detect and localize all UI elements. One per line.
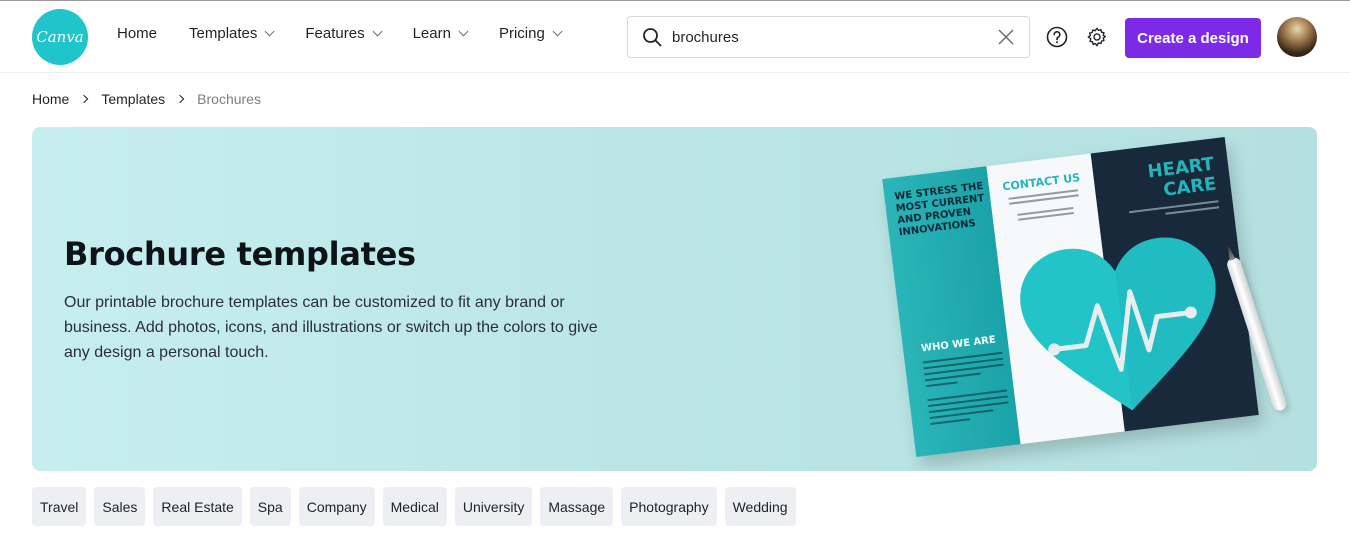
chevron-down-icon — [264, 26, 275, 37]
tag-company[interactable]: Company — [298, 487, 375, 526]
page-title: Brochure templates — [64, 235, 416, 273]
nav-features[interactable]: Features — [305, 25, 383, 42]
nav-pricing[interactable]: Pricing — [498, 25, 563, 42]
tag-travel[interactable]: Travel — [32, 487, 87, 526]
tag-wedding[interactable]: Wedding — [724, 487, 796, 526]
heart-icon — [1020, 237, 1216, 411]
tag-photography[interactable]: Photography — [621, 487, 717, 526]
nav-home[interactable]: Home — [117, 25, 157, 42]
chevron-down-icon — [458, 26, 469, 37]
top-nav-bar: Canva Home Templates Features Learn Pric… — [0, 1, 1350, 73]
breadcrumb-templates[interactable]: Templates — [101, 91, 165, 107]
brochure-heading-left: WE STRESS THE MOST CURRENT AND PROVEN IN… — [893, 180, 985, 239]
breadcrumb: Home Templates Brochures — [32, 91, 261, 107]
tag-sales[interactable]: Sales — [94, 487, 146, 526]
chevron-down-icon — [552, 26, 563, 37]
chevron-right-icon — [80, 94, 89, 104]
nav-templates-label: Templates — [189, 25, 258, 42]
search-input[interactable] — [672, 25, 972, 49]
logo-text: Canva — [36, 28, 84, 46]
tag-real-estate[interactable]: Real Estate — [153, 487, 242, 526]
breadcrumb-current: Brochures — [197, 91, 261, 107]
tag-medical[interactable]: Medical — [382, 487, 447, 526]
nav-features-label: Features — [305, 25, 365, 42]
search-icon — [643, 28, 662, 47]
tag-spa[interactable]: Spa — [249, 487, 291, 526]
nav-learn-label: Learn — [412, 25, 451, 42]
breadcrumb-home[interactable]: Home — [32, 91, 69, 107]
brochure-illustration: WE STRESS THE MOST CURRENT AND PROVEN IN… — [882, 137, 1259, 457]
search-bar — [627, 16, 1030, 58]
nav-pricing-label: Pricing — [498, 25, 545, 42]
category-tags: Travel Sales Real Estate Spa Company Med… — [32, 487, 796, 526]
nav-templates[interactable]: Templates — [189, 25, 275, 42]
brochure-contact-text — [1008, 189, 1081, 224]
create-design-button[interactable]: Create a design — [1125, 18, 1261, 58]
brochure-subheading: WHO WE ARE — [920, 334, 997, 355]
brochure-contact-heading: CONTACT US — [1001, 170, 1081, 194]
nav-learn[interactable]: Learn — [412, 25, 469, 42]
tag-university[interactable]: University — [454, 487, 533, 526]
chevron-down-icon — [372, 26, 383, 37]
main-nav: Home Templates Features Learn Pricing — [117, 25, 593, 42]
nav-home-label: Home — [117, 25, 158, 42]
brochure-body-text — [922, 351, 1011, 429]
hero-banner: Brochure templates Our printable brochur… — [32, 127, 1317, 471]
user-avatar[interactable] — [1277, 17, 1317, 57]
close-icon[interactable] — [997, 28, 1015, 46]
gear-icon[interactable] — [1086, 26, 1108, 48]
chevron-right-icon — [175, 94, 185, 104]
tag-massage[interactable]: Massage — [540, 487, 614, 526]
page-description: Our printable brochure templates can be … — [64, 294, 598, 361]
brochure-tagline — [1128, 200, 1220, 223]
brochure-title: HEART CARE — [1146, 153, 1218, 201]
canva-logo[interactable]: Canva — [32, 9, 88, 65]
question-circle-icon[interactable] — [1046, 26, 1068, 48]
